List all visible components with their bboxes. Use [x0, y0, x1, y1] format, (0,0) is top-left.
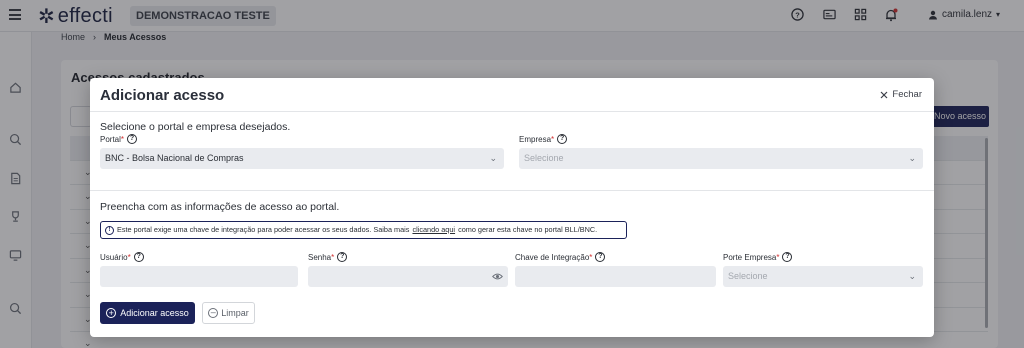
eye-icon[interactable]: [492, 271, 503, 282]
usuario-label: Usuário* ?: [100, 252, 144, 262]
chevron-down-icon: ⌄: [489, 153, 497, 163]
portal-select[interactable]: BNC - Bolsa Nacional de Compras ⌄: [100, 148, 504, 169]
dialog-title: Adicionar acesso: [100, 87, 225, 104]
help-icon[interactable]: ?: [782, 252, 793, 262]
close-icon: [880, 91, 888, 98]
chevron-down-icon: ⌄: [908, 153, 916, 163]
notice-link[interactable]: clicando aqui: [412, 222, 455, 238]
integration-key-notice: ! Este portal exige uma chave de integra…: [100, 221, 627, 239]
notice-text-after: como gerar esta chave no portal BLL/BNC.: [458, 225, 598, 234]
help-icon[interactable]: ?: [337, 252, 348, 262]
add-access-button[interactable]: + Adicionar acesso: [100, 302, 195, 324]
add-access-label: Adicionar acesso: [120, 308, 189, 318]
chave-label: Chave de Integração* ?: [515, 252, 606, 262]
clear-label: Limpar: [221, 308, 249, 318]
senha-label: Senha* ?: [308, 252, 348, 262]
empresa-label: Empresa* ?: [519, 134, 568, 144]
clear-button[interactable]: – Limpar: [202, 302, 255, 324]
help-icon[interactable]: ?: [127, 134, 138, 144]
porte-placeholder: Selecione: [728, 271, 768, 281]
section-divider: [90, 190, 934, 191]
senha-input[interactable]: [308, 266, 508, 287]
info-icon: !: [105, 225, 114, 235]
header-divider: [90, 111, 934, 112]
credentials-section-title: Preencha com as informações de acesso ao…: [100, 201, 340, 213]
help-icon[interactable]: ?: [133, 252, 144, 262]
chevron-down-icon: ⌄: [908, 271, 916, 281]
chave-input[interactable]: [515, 266, 716, 287]
close-label: Fechar: [892, 89, 922, 100]
plus-circle-icon: +: [106, 308, 117, 318]
close-button[interactable]: Fechar: [880, 89, 922, 100]
usuario-input[interactable]: [100, 266, 298, 287]
minus-circle-icon: –: [208, 308, 219, 318]
empresa-select[interactable]: Selecione ⌄: [519, 148, 923, 169]
add-access-dialog: Adicionar acesso Fechar Selecione o port…: [90, 78, 934, 337]
notice-text-before: Este portal exige uma chave de integraçã…: [117, 225, 410, 234]
help-icon[interactable]: ?: [595, 252, 606, 262]
portal-value: BNC - Bolsa Nacional de Compras: [105, 153, 244, 163]
porte-select[interactable]: Selecione ⌄: [723, 266, 923, 287]
porte-label: Porte Empresa* ?: [723, 252, 793, 262]
portal-section-title: Selecione o portal e empresa desejados.: [100, 121, 291, 133]
portal-label: Portal* ?: [100, 134, 138, 144]
help-icon[interactable]: ?: [557, 134, 568, 144]
empresa-placeholder: Selecione: [524, 153, 564, 163]
